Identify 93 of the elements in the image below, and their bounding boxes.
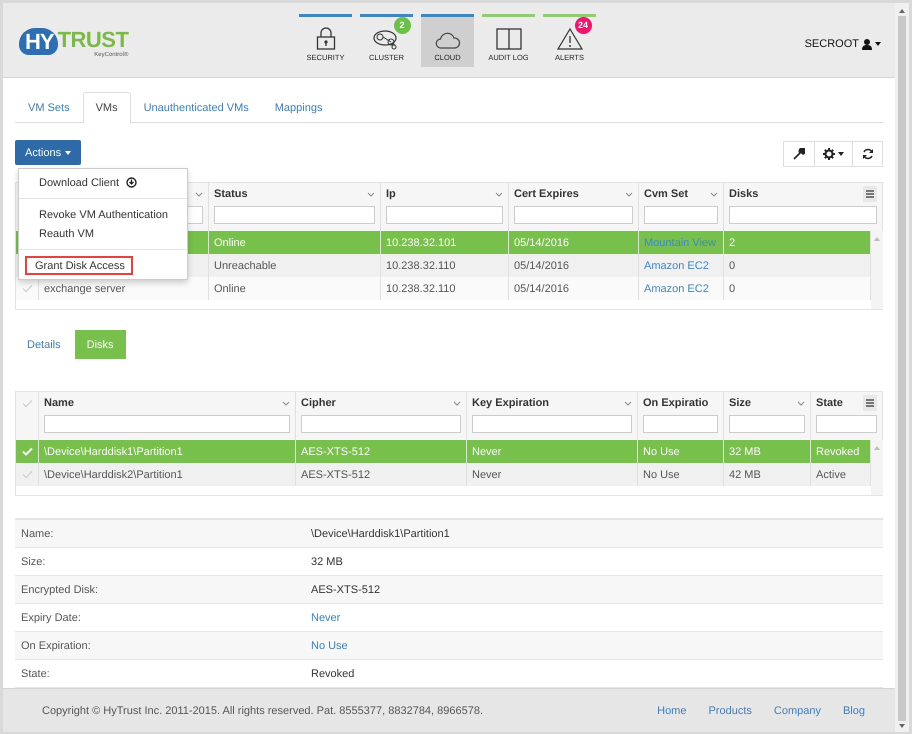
- table-row[interactable]: exchange server Online 10.238.32.110 05/14/2016 Amazon EC2 0: [16, 277, 871, 300]
- filter-field[interactable]: [44, 415, 290, 433]
- filter-field[interactable]: [386, 206, 503, 224]
- page-scrollbar[interactable]: [895, 3, 909, 732]
- actions-button[interactable]: Actions: [15, 140, 82, 165]
- tab[interactable]: VM Sets: [15, 92, 83, 122]
- field-link[interactable]: No Use: [311, 640, 348, 652]
- refresh-icon: [862, 148, 874, 160]
- filter-field[interactable]: [214, 206, 375, 224]
- scrollbar[interactable]: [871, 231, 883, 309]
- cvm-set-link[interactable]: Amazon EC2: [639, 277, 724, 300]
- cloud-icon: [434, 32, 460, 50]
- field-value: \Device\Harddisk1\Partition1: [311, 528, 450, 540]
- caret-icon: [875, 42, 881, 46]
- download-icon: [126, 177, 138, 188]
- tab[interactable]: Mappings: [262, 92, 336, 122]
- field-label: Encrypted Disk:: [20, 584, 100, 596]
- caret-icon: [838, 152, 844, 156]
- menu-item[interactable]: Revoke VM Authentication: [23, 205, 176, 224]
- menu-icon[interactable]: [863, 395, 877, 411]
- table-cell: 05/14/2016: [509, 277, 639, 300]
- field-link[interactable]: Never: [311, 612, 340, 624]
- tab[interactable]: Details: [15, 330, 73, 359]
- column-header[interactable]: Size: [724, 392, 811, 440]
- check-icon: [22, 399, 32, 408]
- scroll-up-icon[interactable]: [899, 9, 905, 13]
- filter-field[interactable]: [729, 415, 805, 433]
- caret-icon: [65, 150, 72, 154]
- tab[interactable]: VMs: [82, 92, 131, 123]
- chevron-down-icon[interactable]: [625, 192, 633, 196]
- filter-field[interactable]: [514, 206, 633, 224]
- column-header[interactable]: On Expiratio: [638, 392, 724, 440]
- count-badge: 2: [394, 17, 410, 34]
- column-header[interactable]: State: [811, 392, 883, 440]
- field-value: AES-XTS-512: [311, 584, 380, 596]
- field-label: On Expiration:: [20, 640, 92, 652]
- table-row[interactable]: \Device\Harddisk2\Partition1 AES-XTS-512 Never No Use 42 MB Active: [16, 463, 871, 486]
- count-badge: 24: [574, 17, 592, 34]
- book-icon: [496, 28, 522, 50]
- scroll-down-icon[interactable]: [899, 724, 905, 728]
- wrench-icon: [793, 148, 805, 160]
- chevron-down-icon[interactable]: [282, 400, 290, 406]
- field-label: Name:: [20, 528, 54, 540]
- chevron-down-icon[interactable]: [453, 400, 461, 406]
- gear-icon: [823, 148, 835, 160]
- table-cell: AES-XTS-512: [296, 463, 467, 486]
- user-menu[interactable]: SECROOT: [804, 38, 881, 50]
- field-label: Expiry Date:: [20, 612, 82, 624]
- menu-item[interactable]: Grant Disk Access: [25, 256, 133, 275]
- column-header[interactable]: Cipher: [296, 392, 467, 440]
- tab[interactable]: Unauthenticated VMs: [130, 92, 262, 122]
- menu-item[interactable]: Download Client: [23, 173, 146, 192]
- filter-field[interactable]: [729, 206, 877, 224]
- table-cell: No Use: [638, 463, 724, 486]
- table-cell: Online: [209, 277, 381, 300]
- field-label: Size:: [20, 556, 46, 568]
- menu-icon[interactable]: [863, 186, 877, 202]
- logo-mark: HY: [19, 28, 58, 55]
- column-header[interactable]: Status: [209, 183, 381, 231]
- warning-icon: [556, 28, 582, 50]
- lock-icon: [316, 26, 336, 50]
- field-value: Revoked: [311, 668, 354, 680]
- filter-field[interactable]: [472, 415, 632, 433]
- filter-field[interactable]: [643, 415, 718, 433]
- column-header[interactable]: Cert Expires: [509, 183, 639, 231]
- table-cell: \Device\Harddisk2\Partition1: [39, 463, 296, 486]
- column-header[interactable]: Name: [39, 392, 296, 440]
- column-header[interactable]: Ip: [381, 183, 509, 231]
- chevron-down-icon[interactable]: [797, 400, 805, 406]
- scrollbar[interactable]: [871, 440, 883, 495]
- field-label: State:: [20, 668, 51, 680]
- check-icon: [22, 447, 32, 456]
- field-value: 32 MB: [311, 556, 343, 568]
- column-header[interactable]: Cvm Set: [639, 183, 724, 231]
- table-cell: 10.238.32.110: [381, 277, 509, 300]
- column-header[interactable]: Key Expiration: [467, 392, 638, 440]
- logo-wordmark: TRUST: [58, 28, 128, 52]
- chevron-down-icon[interactable]: [710, 192, 718, 196]
- column-header[interactable]: Disks: [724, 183, 883, 231]
- filter-field[interactable]: [644, 206, 718, 224]
- chevron-down-icon[interactable]: [624, 400, 632, 406]
- table-cell: 42 MB: [724, 463, 811, 486]
- check-icon: [22, 284, 32, 293]
- filter-field[interactable]: [301, 415, 461, 433]
- filter-field[interactable]: [816, 415, 877, 433]
- chevron-down-icon[interactable]: [495, 192, 503, 196]
- check-icon: [22, 470, 32, 479]
- chevron-down-icon[interactable]: [367, 192, 375, 196]
- table-cell: Never: [467, 463, 638, 486]
- copyright-text: Copyright © HyTrust Inc. 2011-2015. All rights reserved. Pat. 8555377, 8832784, 8966578.: [42, 704, 484, 716]
- user-icon: [862, 38, 872, 50]
- scroll-thumb[interactable]: [898, 16, 906, 721]
- chevron-down-icon[interactable]: [195, 192, 203, 196]
